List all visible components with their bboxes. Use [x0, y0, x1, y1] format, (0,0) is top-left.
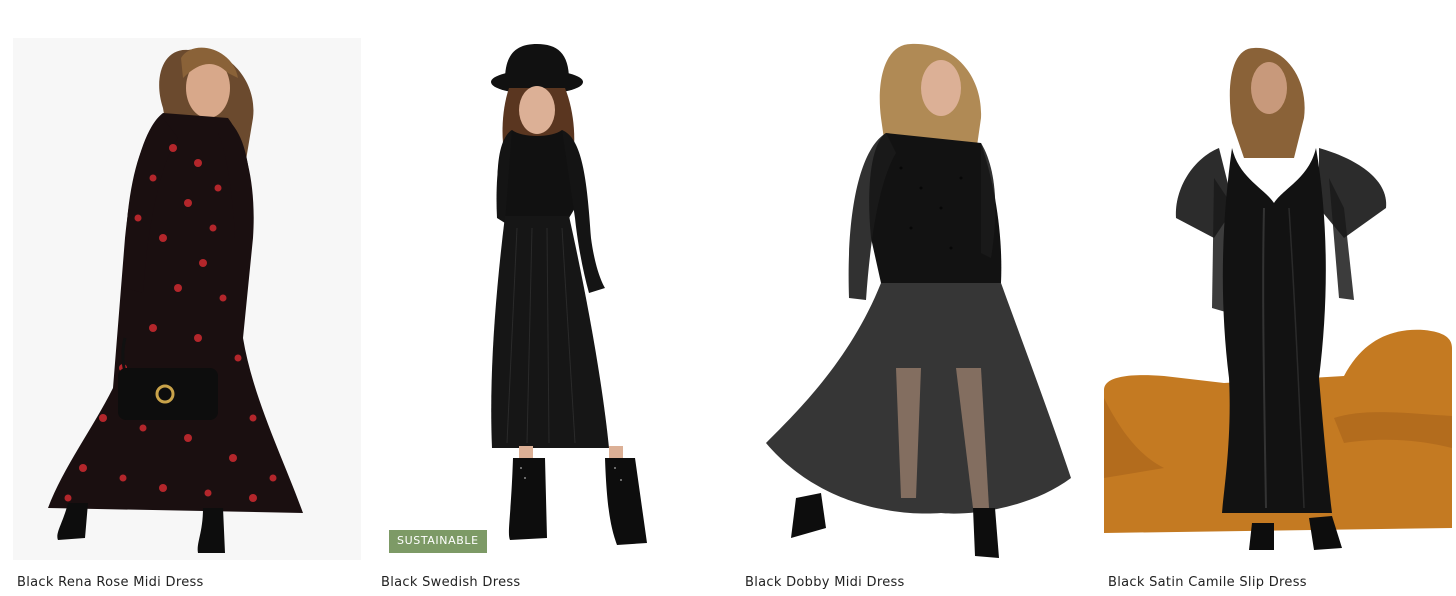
product-name-link[interactable]: Black Dobby Midi Dress [741, 575, 1089, 590]
product-card: SUSTAINABLE Black Swedish Dress [377, 38, 725, 590]
product-image-link[interactable] [741, 38, 1089, 560]
product-name-link[interactable]: Black Swedish Dress [377, 575, 725, 590]
product-card: Black Rena Rose Midi Dress [13, 38, 361, 590]
product-name-link[interactable]: Black Rena Rose Midi Dress [13, 575, 361, 590]
product-image-link[interactable] [13, 38, 361, 560]
product-image [741, 38, 1089, 560]
product-name-link[interactable]: Black Satin Camile Slip Dress [1104, 575, 1452, 590]
product-image-link[interactable] [1104, 38, 1452, 560]
product-card: Black Satin Camile Slip Dress [1104, 38, 1452, 590]
product-image [377, 38, 725, 560]
product-badge: SUSTAINABLE [389, 530, 487, 553]
product-card: Black Dobby Midi Dress [741, 38, 1089, 590]
product-image [1104, 38, 1452, 560]
product-image [13, 38, 361, 560]
product-image-link[interactable]: SUSTAINABLE [377, 38, 725, 560]
product-grid: Black Rena Rose Midi Dress SUSTAINABLE B… [0, 0, 1456, 596]
